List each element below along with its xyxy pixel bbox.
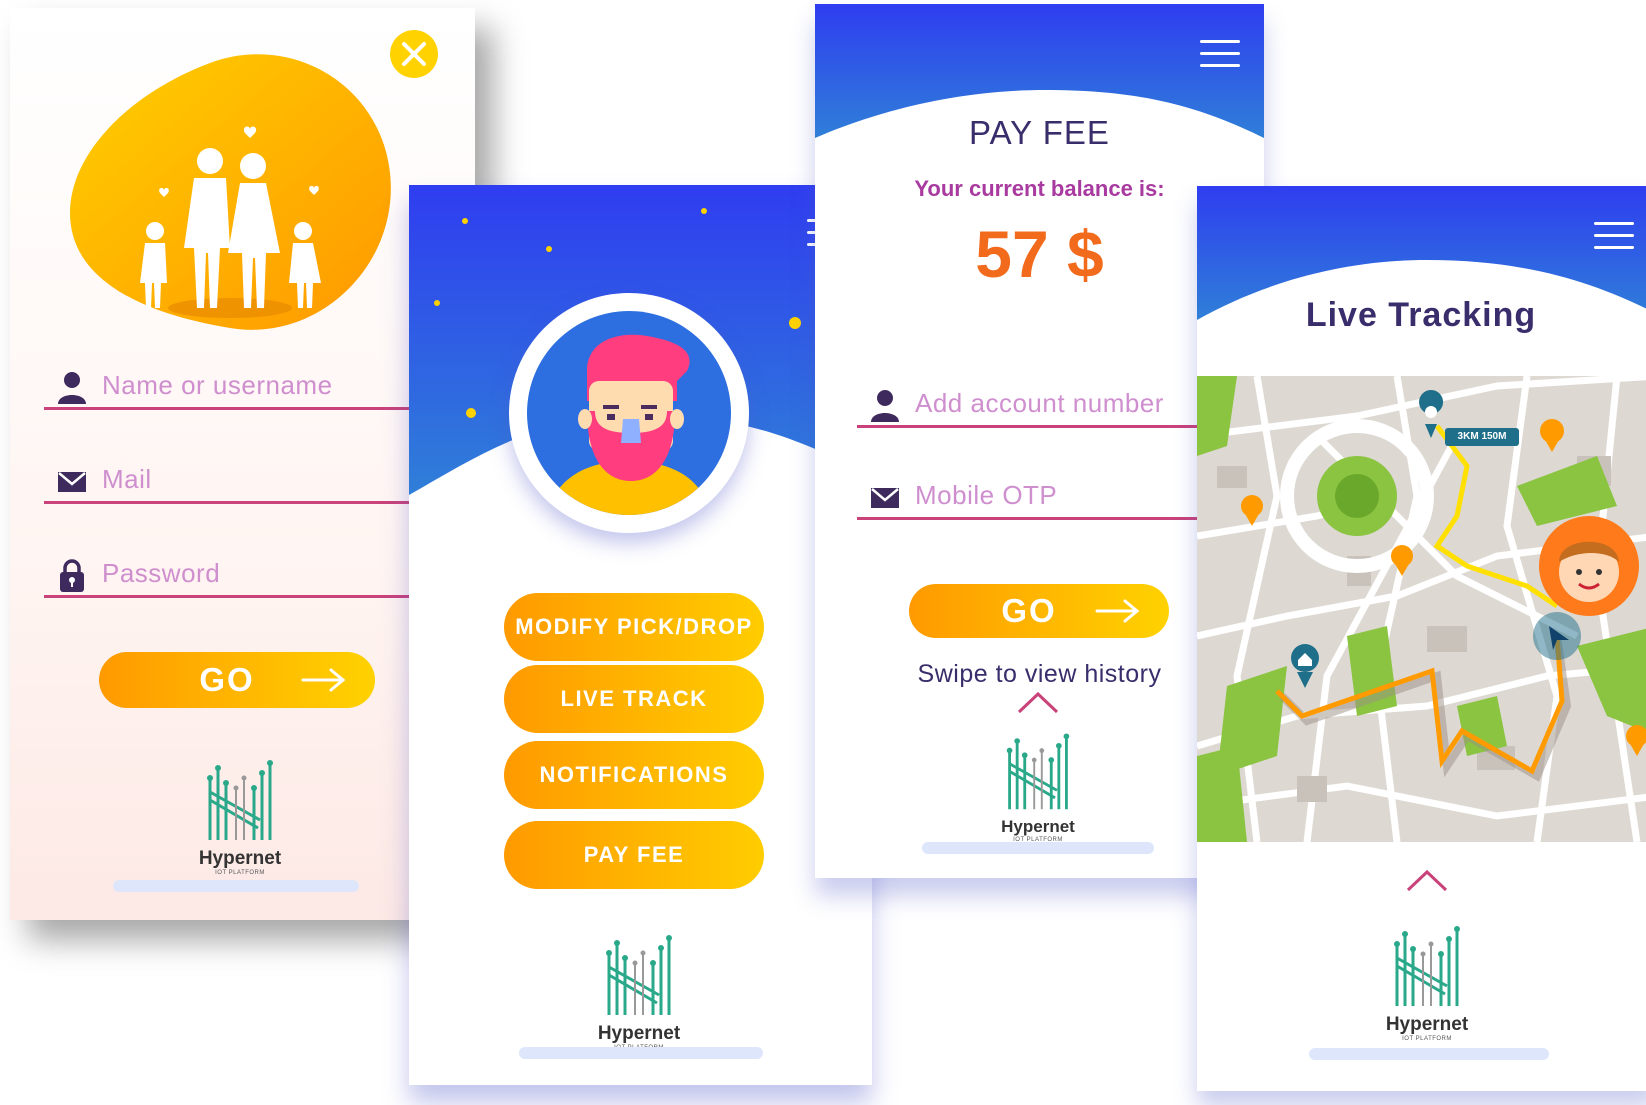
distance-badge: 3KM 150M bbox=[1457, 431, 1507, 442]
menu-icon[interactable] bbox=[1594, 222, 1634, 250]
close-icon bbox=[402, 42, 426, 66]
user-icon bbox=[58, 372, 86, 404]
go-button[interactable]: GO bbox=[909, 584, 1169, 638]
logo-name: Hypernet bbox=[1385, 1014, 1469, 1035]
logo-name: Hypernet bbox=[198, 848, 282, 869]
username-placeholder: Name or username bbox=[102, 370, 333, 400]
logo-name: Hypernet bbox=[1001, 817, 1075, 836]
arrow-right-icon bbox=[301, 668, 346, 692]
otp-placeholder: Mobile OTP bbox=[915, 480, 1058, 510]
hypernet-logo: Hypernet IOT PLATFORM bbox=[579, 925, 699, 1051]
user-icon bbox=[871, 390, 899, 422]
login-screen: Name or username Mail Password GO Hypern… bbox=[10, 8, 475, 920]
avatar bbox=[509, 293, 749, 533]
tracking-screen: Live Tracking 3KM 150M Hypernet IOT PLAT… bbox=[1197, 186, 1646, 1091]
hypernet-logo: Hypernet IOT PLATFORM bbox=[180, 750, 300, 876]
chevron-up-icon[interactable] bbox=[1404, 866, 1450, 894]
home-indicator[interactable] bbox=[1309, 1048, 1549, 1060]
dashboard-screen: MODIFY PICK/DROP LIVE TRACK NOTIFICATION… bbox=[409, 185, 872, 1085]
page-title: PAY FEE bbox=[969, 114, 1110, 151]
account-number-placeholder: Add account number bbox=[915, 388, 1164, 418]
logo-name: Hypernet bbox=[597, 1023, 681, 1044]
menu-icon[interactable] bbox=[1200, 40, 1240, 68]
go-label: GO bbox=[1001, 592, 1057, 629]
mail-icon bbox=[58, 472, 86, 492]
home-indicator[interactable] bbox=[519, 1047, 763, 1059]
chevron-up-icon[interactable] bbox=[1015, 688, 1061, 716]
logo-subtitle: IOT PLATFORM bbox=[215, 870, 265, 876]
home-indicator[interactable] bbox=[922, 842, 1154, 854]
family-illustration bbox=[70, 54, 391, 330]
modify-pickdrop-button[interactable]: MODIFY PICK/DROP bbox=[504, 593, 764, 661]
hypernet-logo: Hypernet IOT PLATFORM bbox=[1367, 916, 1487, 1042]
home-indicator[interactable] bbox=[113, 880, 359, 892]
avatar-face-icon bbox=[527, 311, 731, 515]
mail-placeholder: Mail bbox=[102, 464, 152, 494]
go-button[interactable]: GO bbox=[99, 652, 375, 708]
close-button[interactable] bbox=[390, 30, 438, 78]
map[interactable] bbox=[1197, 376, 1646, 842]
logo-subtitle: IOT PLATFORM bbox=[1402, 1036, 1452, 1042]
password-placeholder: Password bbox=[102, 558, 221, 588]
arrow-right-icon bbox=[1095, 599, 1140, 623]
page-title: Live Tracking bbox=[1305, 296, 1537, 334]
go-label: GO bbox=[199, 661, 255, 698]
mail-icon bbox=[871, 488, 899, 508]
notifications-button[interactable]: NOTIFICATIONS bbox=[504, 741, 764, 809]
lock-icon bbox=[60, 559, 84, 592]
pay-fee-button[interactable]: PAY FEE bbox=[504, 821, 764, 889]
live-track-button[interactable]: LIVE TRACK bbox=[504, 665, 764, 733]
hypernet-logo: Hypernet IOT PLATFORM bbox=[978, 724, 1098, 843]
